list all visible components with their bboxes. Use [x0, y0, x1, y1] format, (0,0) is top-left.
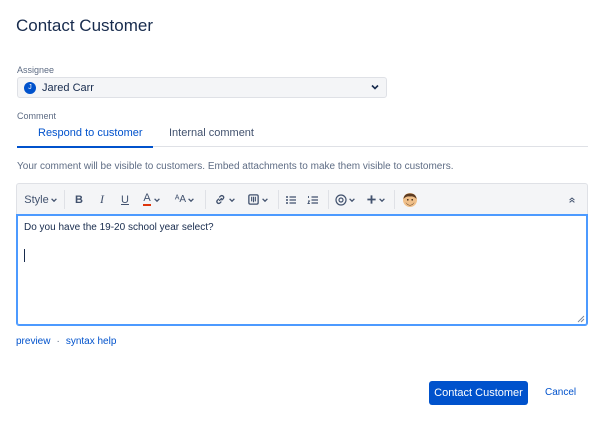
insert-plus-icon [367, 195, 376, 204]
style-label: Style [24, 193, 49, 206]
chevron-down-icon [188, 197, 194, 202]
link-separator: · [56, 336, 60, 347]
emoji-button[interactable] [399, 184, 421, 215]
avatar: J [24, 81, 36, 94]
mention-icon [334, 193, 347, 206]
attachment-button[interactable] [243, 184, 273, 215]
collapse-icon [569, 196, 575, 203]
visibility-note: Your comment will be visible to customer… [17, 161, 454, 172]
numbered-list-icon [307, 195, 318, 204]
chevron-down-icon [348, 197, 355, 202]
bold-button[interactable]: B [69, 184, 89, 215]
text-caret [24, 249, 25, 262]
toolbar-divider [328, 190, 329, 209]
comment-label: Comment [17, 111, 57, 121]
resize-grip-icon[interactable] [577, 315, 585, 323]
chevron-down-icon [50, 197, 57, 202]
toolbar-divider [394, 190, 395, 209]
mention-button[interactable] [332, 184, 358, 215]
chevron-down-icon [379, 197, 385, 202]
more-formatting-button[interactable]: ᴬA [170, 184, 200, 215]
bullet-list-icon [286, 195, 296, 204]
cancel-button[interactable]: Cancel [545, 387, 576, 398]
link-icon [216, 194, 225, 205]
tab-internal-comment[interactable]: Internal comment [169, 127, 254, 147]
style-dropdown[interactable]: Style [23, 184, 59, 215]
assignee-select[interactable]: J Jared Carr [17, 77, 387, 98]
italic-button[interactable]: I [92, 184, 112, 215]
underline-button[interactable]: U [115, 184, 135, 215]
chevron-down-icon [153, 197, 160, 202]
comment-editor[interactable]: Do you have the 19-20 school year select… [16, 214, 588, 326]
numbered-list-button[interactable] [303, 184, 323, 215]
comment-tabs: Respond to customer Internal comment [17, 124, 588, 148]
text-color-label: A [143, 192, 151, 206]
assignee-label: Assignee [17, 65, 55, 75]
chevron-down-icon [229, 197, 235, 202]
contact-customer-button[interactable]: Contact Customer [429, 381, 528, 405]
editor-toolbar: Style B I U A ᴬA [16, 183, 588, 214]
insert-more-button[interactable] [363, 184, 389, 215]
editor-links: preview · syntax help [16, 336, 116, 347]
toolbar-divider [64, 190, 65, 209]
attachment-icon [248, 194, 259, 205]
more-format-label: ᴬA [174, 194, 187, 205]
chevron-down-icon [262, 197, 268, 202]
dialog-title: Contact Customer [16, 16, 153, 35]
toolbar-divider [205, 190, 206, 209]
syntax-help-link[interactable]: syntax help [66, 336, 117, 347]
assignee-value: Jared Carr [42, 81, 94, 94]
collapse-toolbar-button[interactable] [565, 184, 579, 215]
tab-respond-to-customer[interactable]: Respond to customer [17, 127, 153, 148]
editor-content: Do you have the 19-20 school year select… [24, 222, 214, 233]
link-button[interactable] [210, 184, 240, 215]
toolbar-divider [278, 190, 279, 209]
bullet-list-button[interactable] [281, 184, 301, 215]
chevron-down-icon [371, 84, 379, 90]
text-color-button[interactable]: A [138, 184, 166, 215]
emoji-avatar-icon [403, 192, 417, 207]
preview-link[interactable]: preview [16, 336, 50, 347]
